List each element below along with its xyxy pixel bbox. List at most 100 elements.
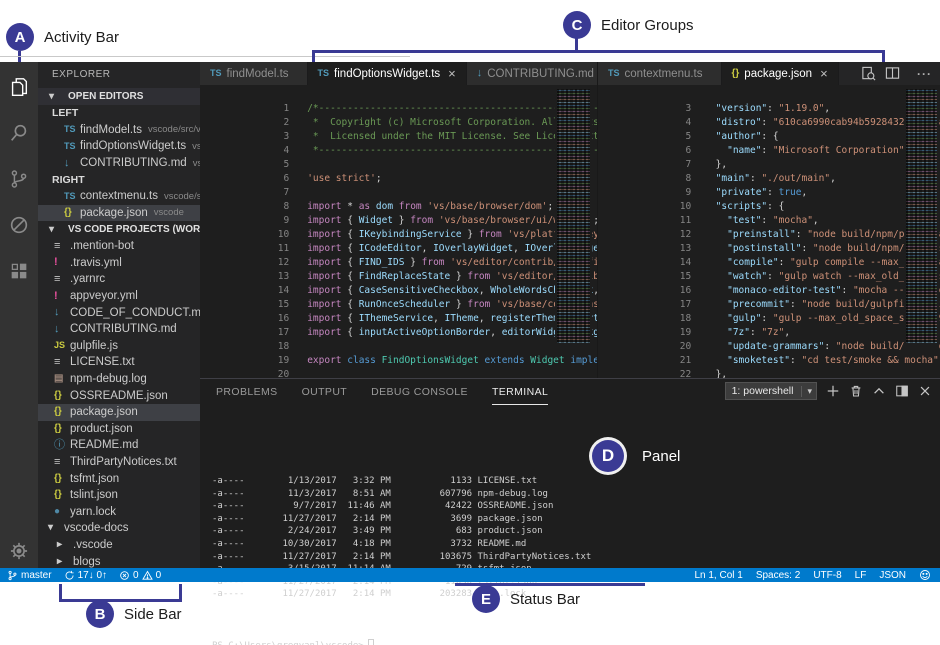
explorer-item[interactable]: vscode-docs <box>38 520 200 537</box>
explorer-item[interactable]: npm-debug.log <box>38 371 200 388</box>
editor-group-1[interactable]: 1/*-------------------------------------… <box>200 85 597 378</box>
close-tab-icon[interactable]: × <box>448 67 456 80</box>
close-panel-icon[interactable] <box>918 384 932 398</box>
editor-tab[interactable]: package.json × <box>722 62 839 85</box>
editor-tab[interactable]: findOptionsWidget.ts × <box>308 62 467 85</box>
file-icon <box>54 307 70 318</box>
code-text: * Licensed under the MIT License. See Li… <box>307 131 597 142</box>
explorer-item[interactable]: .vscode <box>38 537 200 554</box>
minimap[interactable] <box>555 87 592 353</box>
code-text: import { FindReplaceState } from 'vs/edi… <box>307 271 597 282</box>
feedback-smiley-icon[interactable] <box>919 569 931 581</box>
annotation-b-label: Side Bar <box>124 606 182 623</box>
settings-gear-icon[interactable] <box>8 540 30 562</box>
explorer-item[interactable]: yarn.lock <box>38 504 200 521</box>
line-number: 19 <box>655 326 691 340</box>
editor-tab[interactable]: contextmenu.ts <box>598 62 722 85</box>
open-editors-header[interactable]: OPEN EDITORS <box>38 88 200 105</box>
explorer-item[interactable]: appveyor.yml <box>38 288 200 305</box>
debug-icon[interactable] <box>8 214 30 236</box>
panel-tab[interactable]: DEBUG CONSOLE <box>371 379 468 405</box>
open-editor-item[interactable]: findOptionsWidget.ts vsco... <box>38 138 200 155</box>
open-editor-item[interactable]: package.json vscode <box>38 205 200 222</box>
panel-tab[interactable]: PROBLEMS <box>216 379 278 405</box>
close-tab-icon[interactable]: × <box>820 67 828 80</box>
annotation-b-badge: B <box>86 600 114 628</box>
open-editor-item[interactable]: RIGHT <box>38 171 200 188</box>
language-mode[interactable]: JSON <box>879 570 906 581</box>
minimap[interactable] <box>904 87 939 353</box>
search-icon[interactable] <box>8 122 30 144</box>
explorer-item[interactable]: package.json <box>38 404 200 421</box>
cursor-position[interactable]: Ln 1, Col 1 <box>694 570 742 581</box>
file-icon <box>732 69 740 79</box>
terminal-output[interactable]: -a---- 1/13/2017 3:32 PM 1133 LICENSE.tx… <box>212 412 936 645</box>
split-editor-icon[interactable] <box>885 66 900 81</box>
terminal-line: -a---- 1/13/2017 3:32 PM 1133 LICENSE.tx… <box>212 475 936 488</box>
explorer-item[interactable]: tsfmt.json <box>38 470 200 487</box>
end-of-line[interactable]: LF <box>855 570 867 581</box>
file-name: RIGHT <box>52 174 85 186</box>
explorer-icon[interactable] <box>8 76 30 98</box>
editor-group-1-tabbar: findModel.ts findOptionsWidget.ts × CONT… <box>200 62 597 85</box>
explorer-item[interactable]: CODE_OF_CONDUCT.md <box>38 304 200 321</box>
code-text: export class FindOptionsWidget extends W… <box>307 355 597 366</box>
code-text: import { ICodeEditor, IOverlayWidget, IO… <box>307 243 597 254</box>
open-editor-item[interactable]: findModel.ts vscode/src/vs/... <box>38 122 200 139</box>
panel-tab[interactable]: TERMINAL <box>492 379 548 405</box>
annotation-b-bracket <box>59 599 182 602</box>
open-editor-item[interactable]: LEFT <box>38 105 200 122</box>
panel-tab[interactable]: OUTPUT <box>302 379 348 405</box>
line-number: 3 <box>655 102 691 116</box>
tab-list: findModel.ts findOptionsWidget.ts × CONT… <box>200 62 597 85</box>
explorer-item[interactable]: product.json <box>38 421 200 438</box>
file-icon <box>54 341 70 350</box>
explorer-item[interactable]: CONTRIBUTING.md <box>38 321 200 338</box>
line-number: 6 <box>257 172 289 186</box>
encoding[interactable]: UTF-8 <box>813 570 841 581</box>
source-control-icon[interactable] <box>8 168 30 190</box>
open-editor-item[interactable]: contextmenu.ts vscode/src/... <box>38 188 200 205</box>
new-terminal-icon[interactable] <box>826 384 840 398</box>
file-name: findOptionsWidget.ts <box>80 140 186 152</box>
explorer-item[interactable]: blogs <box>38 553 200 568</box>
branch-name: master <box>21 570 52 581</box>
open-editor-item[interactable]: CONTRIBUTING.md vscode <box>38 155 200 172</box>
terminal-line: -a---- 10/30/2017 4:18 PM 3732 README.md <box>212 538 936 551</box>
open-preview-icon[interactable] <box>861 66 876 81</box>
sync-status[interactable]: 17↓ 0↑ <box>64 570 107 581</box>
file-icon <box>64 208 80 218</box>
code-text: import { CaseSensitiveCheckbox, WholeWor… <box>307 285 597 296</box>
line-number: 9 <box>257 214 289 228</box>
git-branch-status[interactable]: master <box>7 570 52 581</box>
explorer-item[interactable]: LICENSE.txt <box>38 354 200 371</box>
more-actions-icon[interactable] <box>909 67 940 81</box>
explorer-item[interactable]: README.md <box>38 437 200 454</box>
editor-tab[interactable]: findModel.ts <box>200 62 308 85</box>
kill-terminal-icon[interactable] <box>849 384 863 398</box>
terminal-line: -a---- 11/3/2017 8:51 AM 607796 npm-debu… <box>212 488 936 501</box>
split-terminal-icon[interactable] <box>895 384 909 398</box>
maximize-panel-icon[interactable] <box>872 384 886 398</box>
file-name: .mention-bot <box>70 240 134 252</box>
workspace-file-list: .mention-bot .travis.yml .yarnrc appveyo… <box>38 238 200 568</box>
editor-group-2[interactable]: 3 "version": "1.19.0", 4 "distro": "610c… <box>597 85 940 378</box>
line-number: 7 <box>655 158 691 172</box>
terminal-selector-dropdown[interactable]: 1: powershell <box>725 382 817 400</box>
explorer-item[interactable]: ThirdPartyNotices.txt <box>38 454 200 471</box>
indentation[interactable]: Spaces: 2 <box>756 570 800 581</box>
code-line: 3 "version": "1.19.0", <box>598 88 940 102</box>
explorer-item[interactable]: .mention-bot <box>38 238 200 255</box>
tab-label: contextmenu.ts <box>625 68 703 80</box>
file-name: LEFT <box>52 107 78 119</box>
editor-tab[interactable]: CONTRIBUTING.md <box>467 62 597 85</box>
workspace-header[interactable]: VS CODE PROJECTS (WORKSPACE) <box>38 221 200 238</box>
explorer-item[interactable]: .yarnrc <box>38 271 200 288</box>
code-text: "version": "1.19.0", <box>704 103 830 114</box>
explorer-item[interactable]: gulpfile.js <box>38 338 200 355</box>
extensions-icon[interactable] <box>8 260 30 282</box>
explorer-item[interactable]: .travis.yml <box>38 255 200 272</box>
explorer-item[interactable]: tslint.json <box>38 487 200 504</box>
problems-status[interactable]: 0 0 <box>119 570 161 581</box>
explorer-item[interactable]: OSSREADME.json <box>38 387 200 404</box>
